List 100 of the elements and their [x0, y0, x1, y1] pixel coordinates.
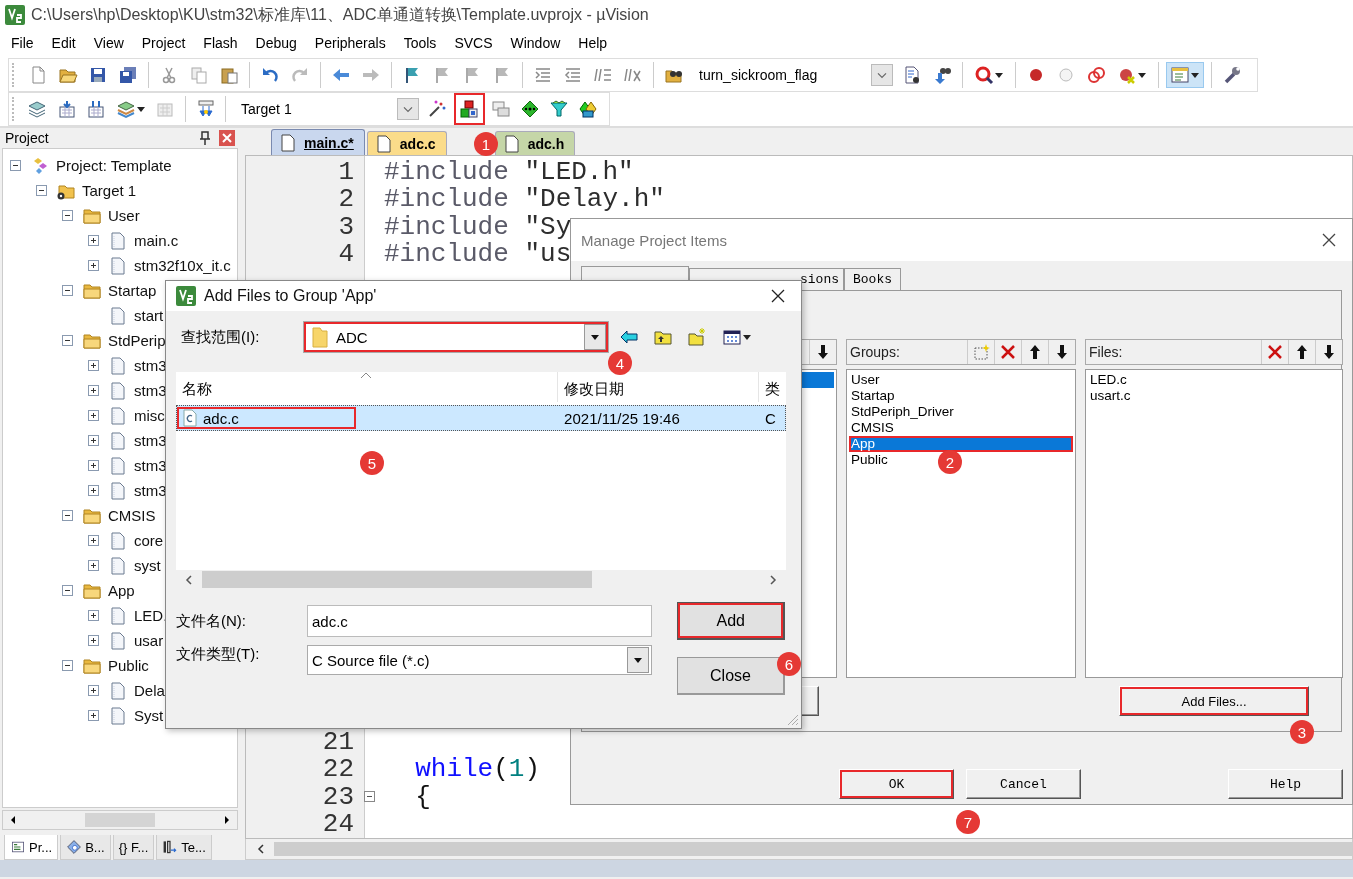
load-icon[interactable] [195, 99, 216, 119]
column-header[interactable]: 类 [759, 372, 786, 402]
clipboard-icon[interactable] [219, 65, 239, 85]
panel-tab[interactable]: {} F... [112, 835, 155, 860]
menu-item[interactable]: Edit [51, 35, 76, 51]
expand-icon[interactable] [88, 235, 99, 246]
view-menu-icon[interactable] [722, 327, 742, 347]
collapse-icon[interactable] [62, 510, 73, 521]
caret-icon[interactable] [135, 106, 146, 112]
tree-item[interactable]: syst [134, 557, 161, 574]
menu-item[interactable]: Window [510, 35, 561, 51]
grid-download-icon[interactable] [56, 99, 77, 119]
wrench-icon[interactable] [1222, 65, 1242, 85]
tree-item[interactable]: Startap [108, 282, 157, 299]
tree-item[interactable]: core [134, 532, 164, 549]
tree-item[interactable]: start [134, 307, 164, 324]
list-item[interactable]: usart.c [1088, 388, 1135, 404]
pin-icon[interactable] [199, 131, 211, 145]
tree-item[interactable]: Public [108, 657, 149, 674]
panel-tab[interactable]: Pr... [4, 835, 59, 860]
tree-item[interactable]: stm3 [134, 457, 167, 474]
menu-item[interactable]: Help [578, 35, 608, 51]
file-row[interactable]: adc.c 2021/11/25 19:46 C [176, 405, 786, 431]
collapse-icon[interactable] [36, 185, 47, 196]
collapse-icon[interactable] [10, 160, 21, 171]
tree-item[interactable]: stm3 [134, 482, 167, 499]
list-item[interactable]: LED.c [1088, 372, 1131, 388]
tree-item[interactable]: stm32f10x_it.c [134, 257, 231, 274]
layers-icon[interactable] [115, 99, 136, 119]
close-button[interactable]: Close [677, 657, 785, 695]
window-layout-button[interactable] [1166, 62, 1204, 88]
menu-item[interactable]: Flash [203, 35, 238, 51]
save-icon[interactable] [88, 65, 108, 85]
file-tab[interactable]: main.c* [271, 129, 365, 155]
expand-icon[interactable] [88, 485, 99, 496]
dialog-tab[interactable]: Books [844, 268, 901, 290]
close-icon[interactable] [771, 289, 785, 303]
list-item[interactable]: CMSIS [849, 420, 898, 436]
menu-item[interactable]: File [11, 35, 34, 51]
list-item[interactable]: User [849, 372, 884, 388]
menu-item[interactable]: View [93, 35, 124, 51]
tree-item[interactable]: stm3 [134, 432, 167, 449]
tree-item[interactable]: User [108, 207, 140, 224]
file-list[interactable]: LED.c usart.c [1085, 369, 1343, 678]
panel-tab[interactable]: Te... [156, 835, 212, 860]
list-item[interactable]: App [849, 436, 1073, 452]
list-item[interactable]: Startap [849, 388, 899, 404]
tree-item[interactable]: usar [134, 632, 164, 649]
rings-icon[interactable] [1086, 65, 1106, 85]
diamond-icon[interactable] [520, 99, 541, 119]
target-combo[interactable]: Target 1 [235, 97, 419, 121]
grid-download-icon[interactable] [85, 99, 106, 119]
look-in-dropdown[interactable]: ADC [303, 321, 609, 353]
tree-item[interactable]: CMSIS [108, 507, 156, 524]
add-files-button[interactable]: Add Files... [1119, 686, 1309, 716]
add-button[interactable]: Add [677, 602, 785, 640]
caret-icon[interactable] [1137, 72, 1147, 78]
expand-icon[interactable] [88, 385, 99, 396]
caret-icon[interactable] [994, 72, 1004, 78]
tree-item[interactable]: Dela [134, 682, 165, 699]
tree-item[interactable]: App [108, 582, 135, 599]
pack-icon[interactable] [578, 99, 599, 119]
document-search-icon[interactable] [902, 65, 922, 85]
menu-item[interactable]: Peripherals [314, 35, 386, 51]
find-combo[interactable]: turn_sickroom_flag [693, 63, 893, 87]
expand-icon[interactable] [88, 435, 99, 446]
dropdown-button[interactable] [627, 647, 649, 673]
expand-icon[interactable] [88, 535, 99, 546]
wand-icon[interactable] [427, 99, 448, 119]
collapse-icon[interactable] [62, 335, 73, 346]
menu-item[interactable]: Tools [403, 35, 437, 51]
expand-icon[interactable] [88, 560, 99, 571]
scrollbar[interactable] [245, 839, 1353, 860]
menu-item[interactable]: Debug [255, 35, 297, 51]
tree-item[interactable]: LED. [134, 607, 168, 624]
dropdown-button[interactable] [584, 324, 606, 350]
new-folder-icon[interactable] [687, 327, 707, 347]
file-name-field[interactable]: adc.c [307, 605, 653, 637]
menu-item[interactable]: Project [141, 35, 186, 51]
funnel-icon[interactable] [549, 99, 570, 119]
expand-icon[interactable] [88, 410, 99, 421]
resize-grip-icon[interactable] [785, 712, 799, 726]
debug-icon[interactable] [974, 65, 994, 85]
save-all-icon[interactable] [118, 65, 138, 85]
toolbar-button[interactable] [453, 93, 485, 125]
tree-item[interactable]: stm3 [134, 382, 167, 399]
tree-item[interactable]: Target 1 [82, 182, 137, 199]
caret-icon[interactable] [1190, 72, 1200, 78]
collapse-icon[interactable] [62, 660, 73, 671]
stack-icon[interactable] [27, 99, 48, 119]
menu-item[interactable]: SVCS [454, 35, 493, 51]
expand-icon[interactable] [88, 685, 99, 696]
tree-item[interactable]: main.c [134, 232, 179, 249]
expand-icon[interactable] [88, 460, 99, 471]
fold-icon[interactable] [363, 791, 375, 803]
tree-item[interactable]: Syst [134, 707, 164, 724]
file-tab[interactable]: adc.h [494, 131, 576, 155]
help-button[interactable]: Help [1228, 769, 1343, 799]
expand-icon[interactable] [88, 710, 99, 721]
list-item[interactable]: StdPeriph_Driver [849, 404, 958, 420]
